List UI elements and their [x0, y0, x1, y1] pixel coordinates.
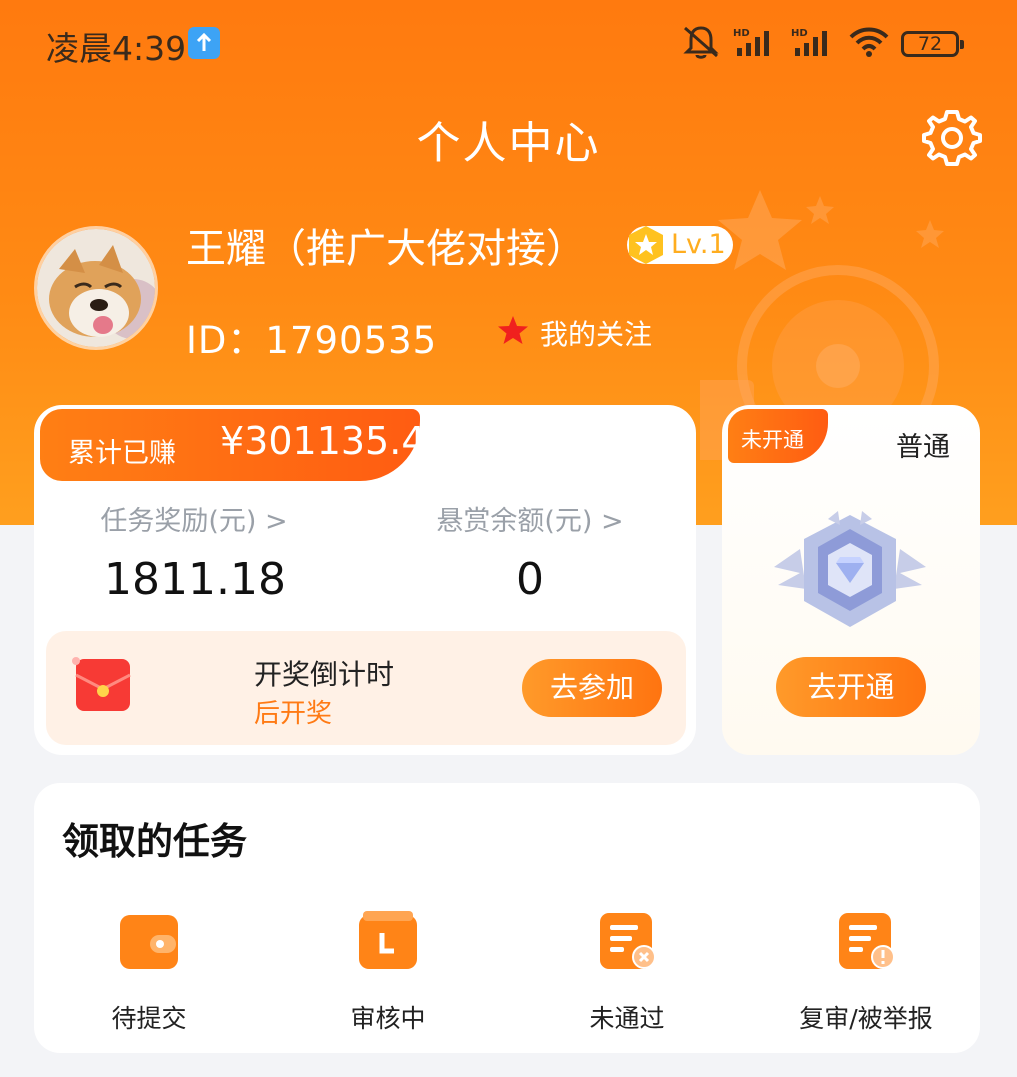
vip-level: 普通: [896, 432, 950, 463]
svg-text:HD: HD: [733, 28, 750, 39]
star-hexagon-icon: [625, 224, 667, 266]
level-text: Lv.1: [671, 229, 726, 260]
gear-icon: [920, 110, 984, 174]
total-earned-label: 累计已赚: [68, 438, 176, 469]
page-title: 个人中心: [416, 118, 601, 169]
task-recheck-reported[interactable]: 复审/被举报: [766, 911, 966, 1035]
task-pending-submit[interactable]: 待提交: [49, 911, 249, 1035]
wallet-icon: [118, 911, 180, 973]
reviewing-icon: [357, 911, 419, 973]
task-label: 未通过: [589, 1004, 665, 1033]
red-envelope-icon: [68, 651, 138, 725]
my-follows-link[interactable]: 我的关注: [496, 313, 652, 353]
vip-status-text: 未开通: [741, 428, 804, 452]
task-under-review[interactable]: 审核中: [288, 911, 488, 1035]
settings-button[interactable]: [920, 106, 984, 170]
user-id: ID：1790535: [186, 319, 438, 362]
task-label: 待提交: [111, 1004, 187, 1033]
reported-doc-icon: [835, 911, 897, 973]
lottery-title: 开奖倒计时: [254, 658, 395, 691]
task-reward-value: 1811.18: [104, 554, 286, 605]
lottery-countdown: 开奖倒计时 后开奖 去参加: [46, 631, 686, 745]
battery-icon: 72: [901, 31, 964, 57]
bounty-balance-stat[interactable]: 悬赏余额(元) > 0: [430, 499, 630, 605]
lottery-subtitle: 后开奖: [254, 699, 333, 729]
status-bar: 凌晨4:39 HD HD 72: [0, 0, 1017, 88]
total-earned-banner: 累计已赚 ¥301135.41: [40, 409, 450, 481]
join-lottery-button[interactable]: 去参加: [522, 659, 662, 717]
task-rejected[interactable]: 未通过: [527, 911, 727, 1035]
task-reward-label: 任务奖励(元) >: [100, 506, 288, 537]
my-follows-label: 我的关注: [540, 318, 653, 351]
star-icon: [496, 314, 530, 352]
signal-hd-icon: HD: [791, 26, 837, 62]
signal-hd-icon: HD: [733, 26, 779, 62]
task-label: 审核中: [350, 1004, 426, 1033]
bounty-balance-label: 悬赏余额(元) >: [436, 506, 624, 537]
vip-status-tag: 未开通: [728, 409, 828, 463]
vip-card: 未开通 普通 去开通: [722, 405, 980, 755]
task-label: 复审/被举报: [799, 1004, 933, 1033]
task-reward-stat[interactable]: 任务奖励(元) > 1811.18: [94, 499, 294, 605]
username: 王耀（推广大佬对接）: [186, 226, 586, 272]
open-vip-button[interactable]: 去开通: [776, 657, 926, 717]
earnings-card: 累计已赚 ¥301135.41 任务奖励(元) > 1811.18 悬赏余额(元…: [34, 405, 696, 755]
svg-text:HD: HD: [791, 28, 808, 39]
claimed-tasks-card: 领取的任务 待提交 审核中 未通过 复审/被举报: [34, 783, 980, 1053]
diamond-emblem-icon: [770, 509, 930, 639]
status-time: 凌晨4:39: [46, 29, 187, 68]
wifi-icon: [849, 26, 889, 62]
upload-icon: [188, 27, 220, 59]
mute-icon: [681, 24, 721, 64]
bounty-balance-value: 0: [516, 554, 544, 605]
total-earned-value: ¥301135.41: [220, 419, 450, 463]
avatar[interactable]: [34, 226, 158, 350]
level-badge: Lv.1: [627, 226, 733, 264]
rejected-doc-icon: [596, 911, 658, 973]
claimed-tasks-title: 领取的任务: [62, 820, 247, 863]
